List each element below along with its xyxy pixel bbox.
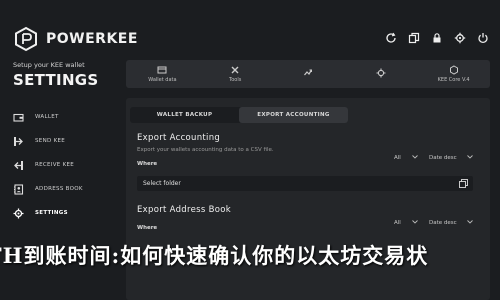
lock-icon[interactable] xyxy=(429,30,445,46)
sidebar-item-send-kee[interactable]: SEND KEE xyxy=(12,129,112,153)
sort-value: Date desc xyxy=(429,220,457,226)
address-book-icon xyxy=(12,183,25,196)
sidebar-item-settings[interactable]: SETTINGS xyxy=(12,201,112,225)
sidebar-subtitle: Setup your KEE wallet xyxy=(13,61,85,69)
tab-network[interactable] xyxy=(272,60,345,88)
folder-browse-icon[interactable] xyxy=(459,179,468,188)
select-folder-label: Select folder xyxy=(143,180,181,187)
settings-tabs: Wallet data Tools KEE Core V.4 xyxy=(126,60,490,88)
export-accounting-title: Export Accounting xyxy=(137,133,221,143)
sidebar-item-label: ADDRESS BOOK xyxy=(35,186,83,192)
refresh-icon[interactable] xyxy=(383,30,399,46)
sidebar-item-wallet[interactable]: WALLET xyxy=(12,105,112,129)
segment-control: WALLET BACKUP EXPORT ACCOUNTING xyxy=(130,107,348,123)
settings-icon[interactable] xyxy=(452,30,468,46)
sidebar-item-label: WALLET xyxy=(35,114,59,120)
sidebar-item-address-book[interactable]: ADDRESS BOOK xyxy=(12,177,112,201)
tab-label: Wallet data xyxy=(148,77,177,83)
send-icon xyxy=(12,135,25,148)
powerkee-logo-icon xyxy=(15,26,37,52)
sort-value: Date desc xyxy=(429,155,457,161)
network-icon xyxy=(303,68,313,78)
copy-icon[interactable] xyxy=(406,30,422,46)
select-folder-field[interactable]: Select folder xyxy=(137,176,473,191)
tab-label: KEE Core V.4 xyxy=(437,77,470,83)
tab-gear[interactable] xyxy=(344,60,417,88)
core-icon xyxy=(449,65,459,75)
chevron-down-icon xyxy=(412,155,418,161)
sort-select[interactable]: Date desc xyxy=(429,220,473,226)
overlay-caption: TH到账时间:如何快速确认你的以太坊交易状 xyxy=(0,243,429,268)
export-accounting-description: Export your wallets accounting data to a… xyxy=(137,147,274,153)
chevron-down-icon xyxy=(467,220,473,226)
segment-export-accounting[interactable]: EXPORT ACCOUNTING xyxy=(239,107,348,123)
power-icon[interactable] xyxy=(475,30,491,46)
export-address-book-title: Export Address Book xyxy=(137,205,231,215)
sort-select[interactable]: Date desc xyxy=(429,155,473,161)
gear-icon xyxy=(376,68,386,78)
receive-icon xyxy=(12,159,25,172)
sidebar-title: SETTINGS xyxy=(13,71,99,89)
tab-label: Tools xyxy=(229,77,242,83)
segment-wallet-backup[interactable]: WALLET BACKUP xyxy=(130,107,239,123)
tab-tools[interactable]: Tools xyxy=(199,60,272,88)
filter-select[interactable]: All xyxy=(394,220,418,226)
tools-icon xyxy=(230,65,240,75)
sidebar-item-label: SEND KEE xyxy=(35,138,66,144)
sidebar-item-receive-kee[interactable]: RECEIVE KEE xyxy=(12,153,112,177)
filter-value: All xyxy=(394,155,401,161)
settings-icon xyxy=(12,207,25,220)
chevron-down-icon xyxy=(412,220,418,226)
top-actions xyxy=(383,30,491,46)
wallet-icon xyxy=(12,111,25,124)
sidebar-nav: WALLET SEND KEE RECEIVE KEE ADDRESS BOOK… xyxy=(12,105,112,225)
where-label: Where xyxy=(137,225,158,231)
where-label: Where xyxy=(137,161,158,167)
filter-select[interactable]: All xyxy=(394,155,418,161)
tab-kee-core[interactable]: KEE Core V.4 xyxy=(417,60,490,88)
brand-name: POWERKEE xyxy=(46,31,138,47)
tab-wallet-data[interactable]: Wallet data xyxy=(126,60,199,88)
sidebar-item-label: SETTINGS xyxy=(35,210,68,216)
top-bar: POWERKEE xyxy=(0,0,500,62)
wallet-data-icon xyxy=(157,65,167,75)
chevron-down-icon xyxy=(467,155,473,161)
sidebar-item-label: RECEIVE KEE xyxy=(35,162,75,168)
filter-value: All xyxy=(394,220,401,226)
